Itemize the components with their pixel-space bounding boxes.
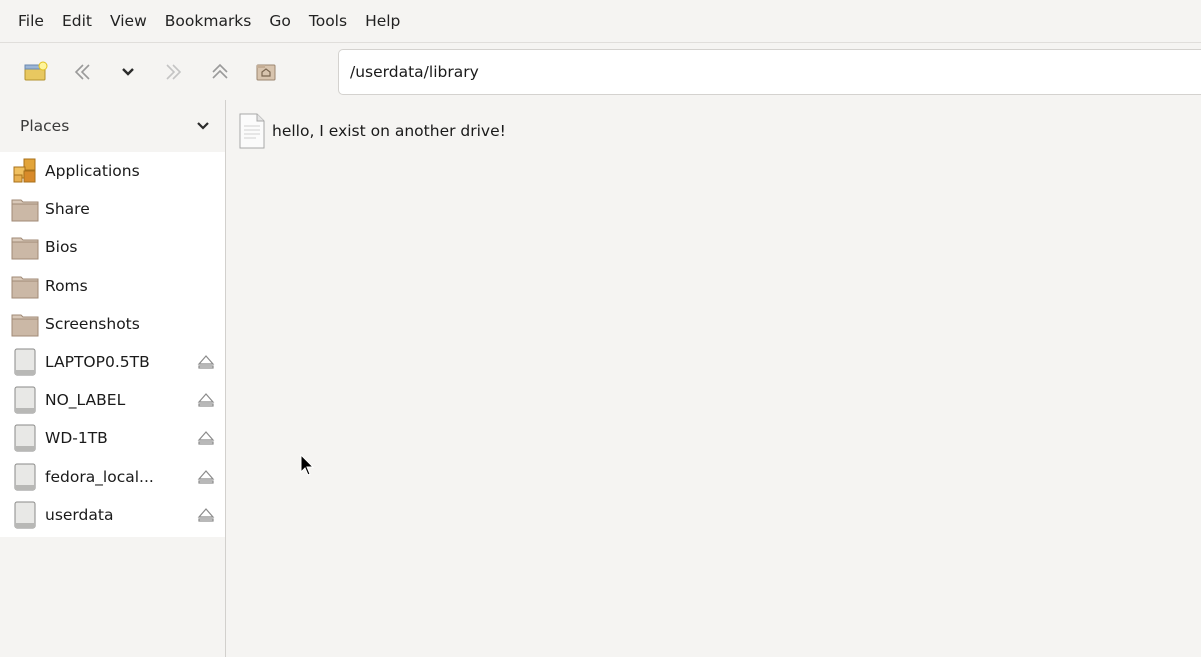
chevron-down-icon [197,122,209,130]
eject-icon[interactable] [197,391,215,409]
eject-icon[interactable] [197,353,215,371]
history-dropdown-button[interactable] [108,52,148,92]
new-window-icon [24,61,48,81]
text-file-icon [239,113,265,149]
menu-edit[interactable]: Edit [53,12,101,30]
sidebar-item-label: userdata [45,505,114,524]
sidebar-item-screenshots[interactable]: Screenshots [0,305,225,343]
home-icon [256,64,276,81]
places-label: Places [20,117,70,135]
menubar: File Edit View Bookmarks Go Tools Help [0,0,1201,42]
eject-icon[interactable] [197,468,215,486]
drive-icon [11,347,39,377]
sidebar-item-label: LAPTOP0.5TB [45,353,150,372]
sidebar-item-label: Applications [45,162,140,181]
applications-icon [11,156,39,186]
sidebar-item-applications[interactable]: Applications [0,152,225,190]
sidebar-item-label: WD-1TB [45,429,108,448]
back-icon [74,64,90,80]
sidebar-item-label: Screenshots [45,314,140,333]
eject-icon[interactable] [197,506,215,524]
places-list: Applications Share Bios Roms Screenshots… [0,152,225,537]
up-icon [212,63,228,79]
file-name: hello, I exist on another drive! [272,122,506,140]
file-item[interactable]: hello, I exist on another drive! [238,112,506,150]
menu-view[interactable]: View [101,12,156,30]
drive-icon [11,462,39,492]
sidebar-item-userdata[interactable]: userdata [0,496,225,534]
menu-go[interactable]: Go [260,12,300,30]
sidebar-item-no-label[interactable]: NO_LABEL [0,381,225,419]
sidebar-item-label: Bios [45,238,78,257]
folder-icon [11,271,39,301]
folder-icon [11,194,39,224]
sidebar-item-wd-1tb[interactable]: WD-1TB [0,419,225,457]
new-window-button[interactable] [16,52,56,92]
menu-file[interactable]: File [0,12,53,30]
sidebar: Places Applications Share Bios Roms Scre… [0,100,226,657]
forward-button[interactable] [154,52,194,92]
menu-help[interactable]: Help [356,12,409,30]
drive-icon [11,423,39,453]
menu-tools[interactable]: Tools [300,12,356,30]
sidebar-item-label: NO_LABEL [45,391,126,410]
sidebar-item-share[interactable]: Share [0,190,225,228]
chevron-down-icon [122,68,134,76]
mouse-pointer-icon [300,454,315,476]
folder-icon [11,309,39,339]
menu-bookmarks[interactable]: Bookmarks [156,12,261,30]
sidebar-item-laptop0-5tb[interactable]: LAPTOP0.5TB [0,343,225,381]
sidebar-item-roms[interactable]: Roms [0,267,225,305]
places-header[interactable]: Places [0,100,225,152]
folder-icon [11,232,39,262]
up-button[interactable] [200,52,240,92]
sidebar-item-label: Roms [45,276,88,295]
drive-icon [11,500,39,530]
forward-icon [166,64,182,80]
home-button[interactable] [246,52,286,92]
eject-icon[interactable] [197,429,215,447]
location-bar[interactable]: /userdata/library [338,49,1201,95]
back-button[interactable] [62,52,102,92]
file-view[interactable]: hello, I exist on another drive! [226,100,1201,657]
toolbar: /userdata/library [0,42,1201,101]
sidebar-item-label: fedora_local... [45,467,154,486]
sidebar-item-label: Share [45,200,90,219]
drive-icon [11,385,39,415]
sidebar-item-bios[interactable]: Bios [0,228,225,266]
sidebar-item-fedora-local[interactable]: fedora_local... [0,458,225,496]
